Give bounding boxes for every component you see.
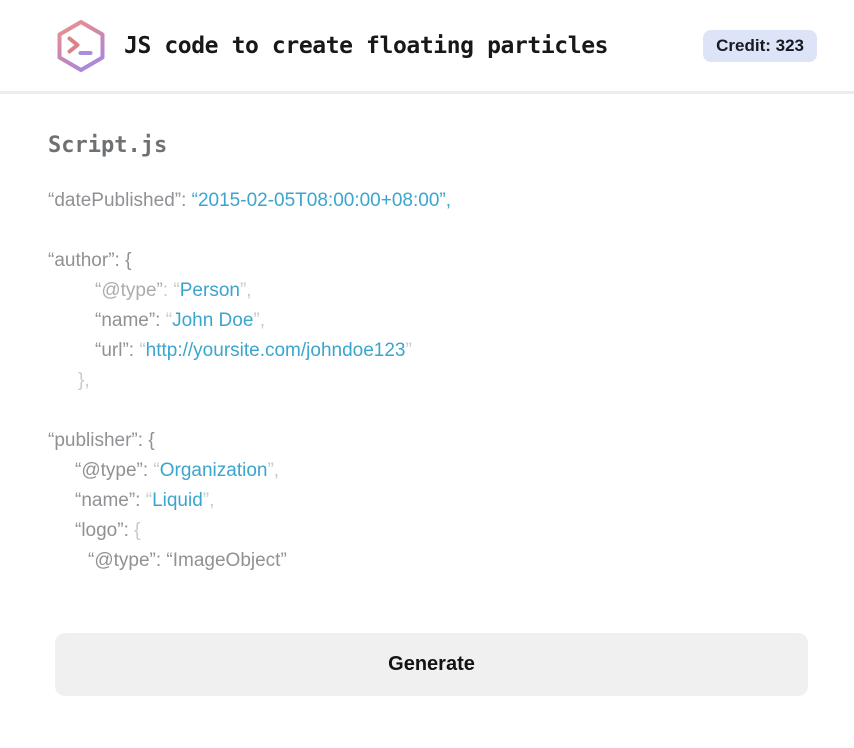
terminal-prompt-hexagon-icon (55, 19, 107, 73)
code-line: “logo”: { (48, 516, 808, 546)
code-line: “datePublished”: “2015-02-05T08:00:00+08… (48, 186, 808, 216)
code-segment: Person (179, 280, 240, 301)
code-segment: { (134, 520, 141, 541)
code-segment: “datePublished”: (48, 190, 192, 211)
code-line: “@type”: “Organization”, (48, 456, 808, 486)
code-line: “publisher”: { (48, 426, 808, 456)
code-segment: John Doe (172, 310, 254, 331)
code-segment: ”, (239, 280, 252, 301)
code-segment: “author”: { (48, 250, 132, 271)
code-block: “datePublished”: “2015-02-05T08:00:00+08… (48, 186, 808, 576)
generate-button[interactable]: Generate (55, 633, 808, 696)
code-segment: Liquid (152, 490, 203, 511)
code-segment: “name”: (95, 310, 166, 331)
code-segment: “url”: (95, 340, 140, 361)
page-title: JS code to create floating particles (124, 32, 609, 59)
code-segment: ” (405, 340, 412, 361)
header: JS code to create floating particles Cre… (0, 0, 854, 94)
code-line: “author”: { (48, 246, 808, 276)
script-filename: Script.js (48, 133, 168, 158)
code-line: “@type”: “ImageObject” (48, 546, 808, 576)
app-window: JS code to create floating particles Cre… (0, 0, 854, 696)
credit-badge: Credit: 323 (703, 29, 817, 62)
code-segment: ”, (267, 460, 280, 481)
code-segment: }, (78, 370, 90, 391)
code-line: “name”: “Liquid”, (48, 486, 808, 516)
code-line: “url”: “http://yoursite.com/johndoe123” (48, 336, 808, 366)
code-segment: “@type”: (75, 460, 154, 481)
code-segment: http://yoursite.com/johndoe123 (145, 340, 406, 361)
code-segment: : (162, 280, 174, 301)
code-segment: ”, (253, 310, 266, 331)
code-segment: Organization (159, 460, 268, 481)
code-segment: “logo”: (75, 520, 135, 541)
code-segment: “@type” (95, 280, 163, 301)
code-line: }, (48, 366, 808, 396)
code-segment: ”, (202, 490, 215, 511)
code-line: “@type”: “Person”, (48, 276, 808, 306)
code-segment: “2015-02-05T08:00:00+08:00”, (191, 190, 451, 211)
code-segment: “name”: (75, 490, 146, 511)
code-segment: “@type”: “ImageObject” (88, 550, 287, 571)
main-content: Script.js “datePublished”: “2015-02-05T0… (0, 94, 854, 696)
code-line: “name”: “John Doe”, (48, 306, 808, 336)
code-segment: “publisher”: { (48, 430, 155, 451)
